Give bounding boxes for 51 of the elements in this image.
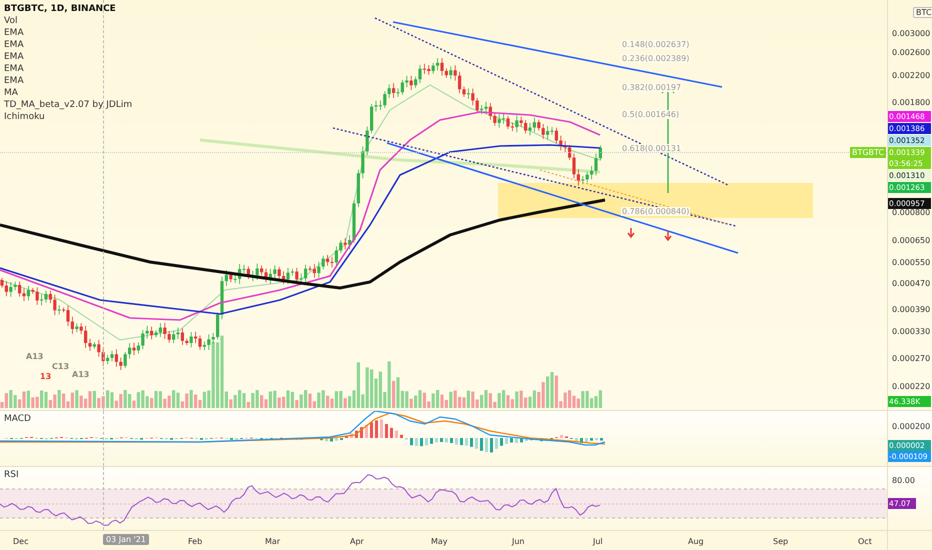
symbol-tag: BTGBTC — [850, 147, 886, 158]
price-axis-label: 0.000390 — [892, 304, 930, 314]
time-axis-label: Aug — [687, 536, 705, 547]
price-axis-label: 0.000650 — [892, 236, 930, 245]
fibonacci-level-label: 0.618(0.00131 — [621, 144, 682, 153]
price-axis-label: 0.002600 — [892, 48, 930, 58]
time-axis-label: Sep — [772, 536, 790, 547]
price-axis-label: 0.001800 — [892, 98, 930, 107]
indicator-label[interactable]: EMA — [4, 28, 132, 39]
chart-marker-label: A13 — [26, 352, 44, 361]
indicator-label[interactable]: Vol — [4, 16, 132, 27]
price-axis-label: 0.002200 — [892, 70, 930, 80]
time-axis-label: Jul — [592, 536, 604, 547]
time-axis-label: Mar — [264, 536, 282, 547]
indicator-label[interactable]: Ichimoku — [4, 112, 132, 123]
time-axis-label: Feb — [187, 536, 204, 547]
axis-label: 80.00 — [892, 476, 915, 485]
price-axis-label: 0.000470 — [892, 279, 930, 288]
chart-marker-label: 13 — [40, 372, 52, 381]
indicator-label[interactable]: EMA — [4, 64, 132, 75]
chart-marker-label: C13 — [52, 362, 70, 371]
fibonacci-level-label: 0.236(0.002389) — [621, 54, 690, 63]
time-axis-label: Dec — [12, 536, 30, 547]
time-axis-label: Apr — [349, 536, 365, 547]
price-axis-label: 0.000270 — [892, 354, 930, 364]
currency-label[interactable]: BTC — [913, 7, 932, 18]
indicator-label[interactable]: EMA — [4, 40, 132, 51]
fibonacci-level-label: 0.148(0.002637) — [621, 40, 690, 49]
axis-label: 0.000200 — [892, 422, 930, 431]
price-axis-label: 0.000220 — [892, 382, 930, 391]
fibonacci-level-label: 0.5(0.001646) — [621, 110, 680, 119]
chart-marker-label: A13 — [72, 370, 90, 379]
indicator-label[interactable]: MA — [4, 88, 132, 99]
time-axis-label: May — [430, 536, 449, 547]
down-arrow-icon — [627, 228, 635, 238]
pane-title: RSI — [4, 470, 19, 480]
fibonacci-level-label: 0.382(0.00197 — [621, 83, 682, 92]
time-axis-label: Oct — [857, 536, 873, 547]
price-axis-label: 0.000800 — [892, 208, 930, 217]
price-axis-label: 0.000550 — [892, 258, 930, 268]
indicator-label[interactable]: EMA — [4, 76, 132, 87]
down-arrow-icon — [664, 231, 672, 242]
time-axis-label: Jun — [510, 536, 526, 547]
fibonacci-level-label: 0.786(0.000840) — [621, 207, 690, 216]
time-axis-label: 03 Jan '21 — [103, 534, 149, 545]
indicator-label[interactable]: EMA — [4, 52, 132, 63]
price-axis-label: 0.000330 — [892, 327, 930, 336]
price-axis-label: 0.003000 — [892, 29, 930, 38]
indicator-label[interactable]: TD_MA_beta_v2.07 by JDLim — [4, 100, 132, 111]
pane-title: MACD — [4, 414, 31, 424]
chart-title: BTGBTC, 1D, BINANCE — [4, 4, 117, 15]
